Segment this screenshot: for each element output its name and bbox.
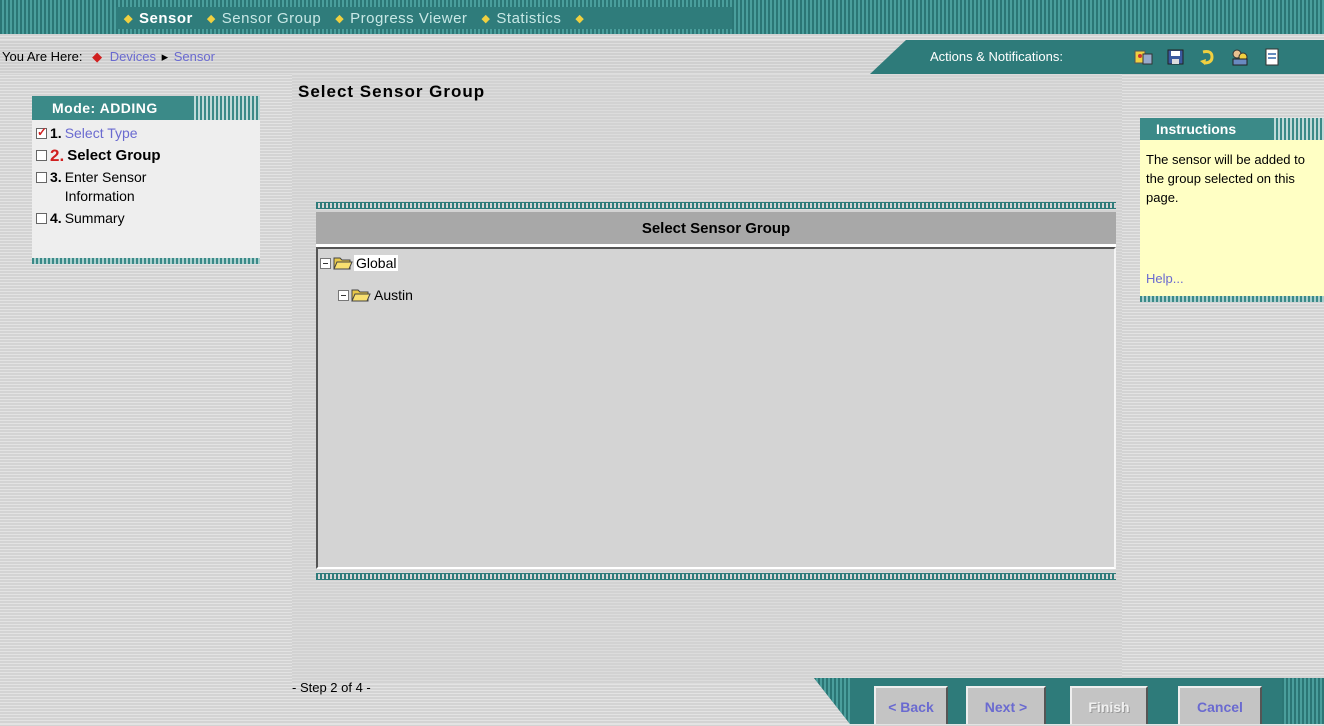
panel-title: Select Sensor Group [316, 212, 1116, 247]
step-label: Select Type [64, 125, 138, 141]
bullet-icon: ◆ [481, 12, 491, 25]
refresh-icon[interactable] [1198, 48, 1218, 66]
folder-open-icon [333, 257, 353, 270]
breadcrumb-sensor[interactable]: Sensor [174, 49, 215, 64]
tab-label: Sensor Group [221, 9, 322, 27]
folder-open-icon [351, 289, 371, 302]
bullet-icon: ◆ [124, 12, 133, 25]
group-tree: Global Austin [316, 247, 1116, 569]
tab-progress-viewer[interactable]: ◆ Progress Viewer [335, 10, 467, 27]
finish-button[interactable]: Finish [1070, 686, 1148, 724]
bullet-icon: ◆ [206, 12, 216, 25]
users-icon[interactable] [1230, 48, 1250, 66]
checkbox-icon [36, 213, 47, 224]
collapse-icon[interactable] [338, 289, 349, 301]
step-indicator: - Step 2 of 4 - [292, 680, 371, 695]
tab-label: Statistics [496, 9, 562, 27]
wizard-step-2: 2. Select Group [36, 146, 260, 165]
sensor-group-panel: Select Sensor Group Global Austin [316, 202, 1116, 588]
panel-top-divider [316, 202, 1116, 209]
arrow-right-icon: ▸ [161, 49, 169, 64]
page-title: Select Sensor Group [298, 82, 486, 101]
step-label: Select Group [67, 147, 161, 164]
checkbox-icon [36, 150, 47, 161]
collapse-icon[interactable] [320, 257, 331, 269]
instructions-title: Instructions [1140, 118, 1324, 140]
instructions-body: The sensor will be added to the group se… [1140, 140, 1324, 296]
wizard-panel: Mode: ADDING 1. Select Type 2. Select Gr… [32, 96, 260, 266]
step-number: 1. [50, 125, 62, 141]
breadcrumb-devices[interactable]: Devices [110, 49, 156, 64]
actions-bar: Actions & Notifications: [870, 40, 1324, 74]
checkbox-checked-icon [36, 123, 47, 142]
wizard-steps: 1. Select Type 2. Select Group 3. Enter … [32, 120, 260, 258]
bullet-icon: ◆ [92, 49, 103, 64]
tree-node-global[interactable]: Global [320, 255, 399, 271]
next-button[interactable]: Next > [966, 686, 1046, 724]
step-number: 3. [50, 169, 62, 185]
step-number: 2. [50, 146, 65, 165]
wizard-step-1[interactable]: 1. Select Type [36, 123, 260, 143]
tab-sensor[interactable]: ◆ Sensor [124, 10, 193, 27]
top-nav-bar: ◆ Sensor ◆ Sensor Group ◆ Progress Viewe… [0, 0, 1324, 34]
wizard-step-3: 3. Enter Sensor Information [36, 168, 260, 206]
document-icon[interactable] [1262, 48, 1282, 66]
tab-label: Progress Viewer [350, 9, 468, 27]
tab-statistics[interactable]: ◆ Statistics [481, 10, 561, 27]
tree-node-label: Global [354, 255, 399, 271]
bullet-icon: ◆ [335, 12, 345, 25]
instructions-text: The sensor will be added to the group se… [1146, 152, 1305, 205]
wizard-step-4: 4. Summary [36, 209, 260, 228]
wizard-footer-divider [32, 258, 260, 264]
save-icon[interactable] [1166, 48, 1186, 66]
tools-icon[interactable] [1134, 48, 1154, 66]
step-number: 4. [50, 210, 62, 226]
step-label: Enter Sensor Information [64, 169, 147, 204]
step-label: Summary [64, 210, 125, 226]
breadcrumb: You Are Here: ◆ Devices ▸ Sensor [2, 49, 215, 65]
cancel-button[interactable]: Cancel [1178, 686, 1262, 724]
panel-bottom-divider [316, 573, 1116, 580]
tab-label: Sensor [138, 9, 193, 27]
nav-tabs: ◆ Sensor ◆ Sensor Group ◆ Progress Viewe… [116, 7, 732, 29]
help-link[interactable]: Help... [1146, 269, 1184, 288]
breadcrumb-label: You Are Here: [2, 49, 83, 64]
instructions-panel: Instructions The sensor will be added to… [1140, 118, 1324, 308]
actions-label: Actions & Notifications: [930, 49, 1063, 64]
instructions-footer-divider [1140, 296, 1324, 302]
mode-header: Mode: ADDING [32, 96, 260, 120]
back-button[interactable]: < Back [874, 686, 948, 724]
checkbox-icon [36, 172, 47, 183]
tab-sensor-group[interactable]: ◆ Sensor Group [207, 10, 321, 27]
tree-node-label: Austin [374, 287, 413, 303]
tree-node-austin[interactable]: Austin [338, 287, 415, 303]
bullet-icon: ◆ [575, 12, 584, 25]
